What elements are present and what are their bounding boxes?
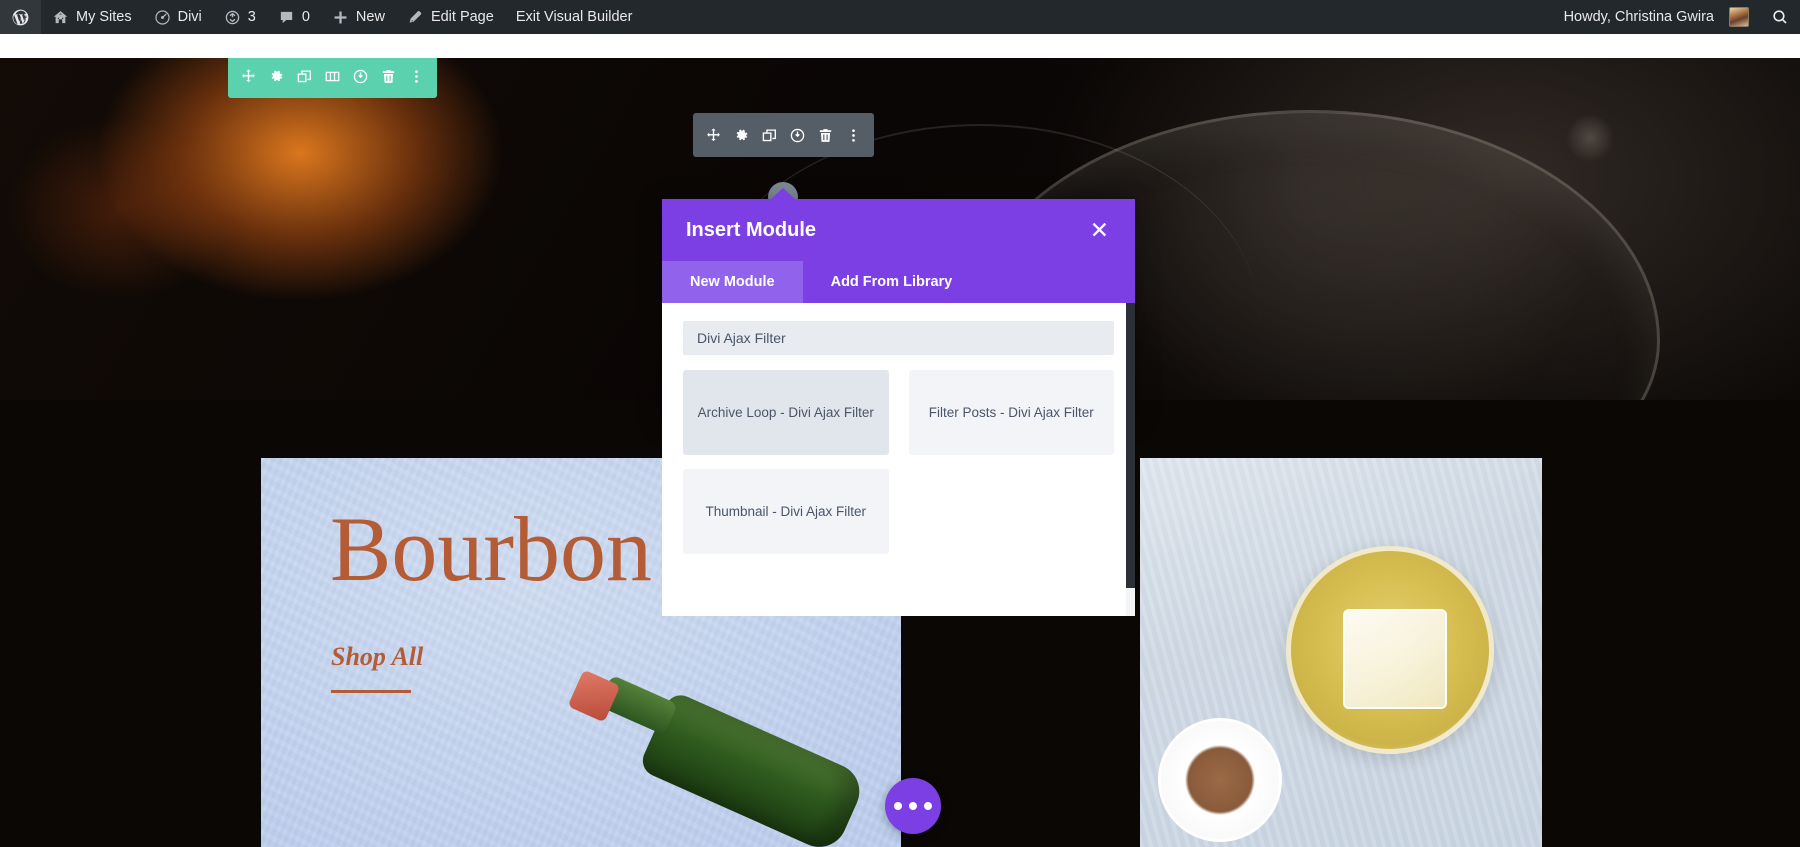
- module-card-thumbnail[interactable]: Thumbnail - Divi Ajax Filter: [683, 469, 889, 554]
- bottle-image: [567, 669, 869, 847]
- three-dots-icon: [909, 802, 917, 810]
- admin-bar-label: 3: [247, 9, 256, 25]
- close-icon[interactable]: ✕: [1088, 215, 1111, 246]
- ice-cube: [1343, 609, 1447, 709]
- admin-bar-label: Edit Page: [430, 9, 494, 25]
- power-icon[interactable]: [784, 113, 812, 157]
- duplicate-icon[interactable]: [755, 113, 783, 157]
- admin-bar-item-comments[interactable]: 0: [267, 0, 321, 34]
- search-icon: [1771, 8, 1789, 26]
- whiskey-glass: [1286, 546, 1494, 754]
- tab-add-from-library[interactable]: Add From Library: [803, 261, 981, 303]
- duplicate-icon[interactable]: [290, 54, 318, 98]
- more-options-icon[interactable]: [840, 113, 868, 157]
- columns-icon[interactable]: [318, 54, 346, 98]
- admin-bar-item-divi[interactable]: Divi: [143, 0, 213, 34]
- wp-admin-bar: My Sites Divi 3 0 New Edit Page Exit Vis…: [0, 0, 1800, 34]
- modal-body: Archive Loop - Divi Ajax Filter Filter P…: [662, 303, 1135, 616]
- gear-icon[interactable]: [262, 54, 290, 98]
- search-input[interactable]: [683, 321, 1114, 355]
- insert-module-modal: Insert Module ✕ New Module Add From Libr…: [662, 188, 1135, 616]
- admin-bar-label: 0: [301, 9, 310, 25]
- gear-icon[interactable]: [727, 113, 755, 157]
- admin-bar-item-new[interactable]: New: [321, 0, 396, 34]
- three-dots-icon: [894, 802, 902, 810]
- admin-bar-account[interactable]: Howdy, Christina Gwira: [1553, 0, 1760, 34]
- divi-settings-fab[interactable]: [885, 778, 941, 834]
- scrollbar-thumb[interactable]: [1126, 303, 1135, 588]
- module-grid: Archive Loop - Divi Ajax Filter Filter P…: [683, 370, 1114, 554]
- modal-pointer: [770, 188, 796, 200]
- divi-logo-icon: [154, 9, 171, 26]
- trash-icon[interactable]: [375, 54, 403, 98]
- move-icon[interactable]: [234, 54, 262, 98]
- whiskey-photo: [1140, 458, 1542, 847]
- pencil-icon: [407, 9, 424, 26]
- admin-bar-item-edit-page[interactable]: Edit Page: [396, 0, 505, 34]
- admin-bar-item-updates[interactable]: 3: [213, 0, 267, 34]
- avatar: [1729, 7, 1749, 27]
- power-icon[interactable]: [347, 54, 375, 98]
- admin-bar-greeting: Howdy, Christina Gwira: [1563, 9, 1714, 25]
- admin-bar-label: Divi: [177, 9, 202, 25]
- comment-bubble-icon: [278, 9, 295, 26]
- shop-all-link[interactable]: Shop All: [331, 642, 423, 672]
- shop-all-underline: [331, 690, 411, 693]
- modal-tabs: New Module Add From Library: [662, 261, 1135, 303]
- trash-icon[interactable]: [812, 113, 840, 157]
- admin-bar-label: New: [355, 9, 385, 25]
- admin-bar-item-my-sites[interactable]: My Sites: [41, 0, 143, 34]
- admin-bar-item-wordpress[interactable]: [0, 0, 41, 34]
- admin-bar-search[interactable]: [1760, 0, 1800, 34]
- admin-bar-item-exit-visual-builder[interactable]: Exit Visual Builder: [505, 0, 644, 34]
- home-icon: [52, 9, 69, 26]
- three-dots-icon: [924, 802, 932, 810]
- tab-new-module[interactable]: New Module: [662, 261, 803, 303]
- modal-title: Insert Module: [686, 218, 817, 241]
- more-options-icon[interactable]: [403, 54, 431, 98]
- page-top-strip: [0, 34, 1800, 58]
- bourbon-heading: Bourbon: [330, 498, 652, 600]
- module-toolbar[interactable]: [693, 113, 874, 157]
- plus-icon: [332, 9, 349, 26]
- module-card-filter-posts[interactable]: Filter Posts - Divi Ajax Filter: [908, 370, 1114, 455]
- admin-bar-label: Exit Visual Builder: [515, 9, 633, 25]
- bowl-of-almonds: [1158, 718, 1282, 842]
- row-toolbar[interactable]: [228, 54, 437, 98]
- admin-bar-right-group: Howdy, Christina Gwira: [1553, 0, 1800, 34]
- modal-scrollbar[interactable]: [1126, 303, 1135, 616]
- wordpress-logo-icon: [11, 8, 30, 27]
- updates-icon: [224, 9, 241, 26]
- modal-header: Insert Module ✕: [662, 199, 1135, 261]
- admin-bar-label: My Sites: [76, 9, 132, 25]
- move-icon[interactable]: [699, 113, 727, 157]
- module-card-archive-loop[interactable]: Archive Loop - Divi Ajax Filter: [683, 370, 889, 455]
